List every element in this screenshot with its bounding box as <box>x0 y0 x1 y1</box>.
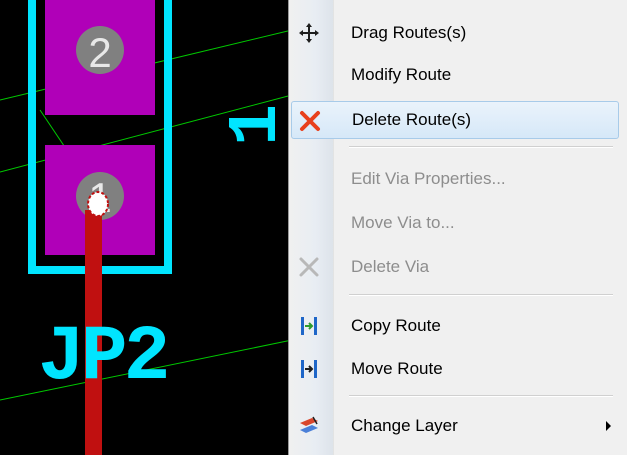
menu-item-change-layer[interactable]: Change Layer <box>291 407 619 445</box>
menu-separator <box>349 395 613 397</box>
context-menu: Drag Routes(s) Modify Route Delete Route… <box>288 0 627 455</box>
component-reference-label: JP2 <box>38 314 167 402</box>
menu-item-delete-routes[interactable]: Delete Route(s) <box>291 101 619 139</box>
menu-item-label: Delete Via <box>351 257 430 276</box>
menu-item-label: Drag Routes(s) <box>351 23 467 42</box>
move-route-icon <box>297 357 321 381</box>
menu-item-move-route[interactable]: Move Route <box>291 350 619 388</box>
pcb-drawing: 2 1 1 JP2 <box>0 0 292 455</box>
copy-route-icon <box>297 314 321 338</box>
menu-item-copy-route[interactable]: Copy Route <box>291 307 619 345</box>
change-layer-icon <box>297 414 321 438</box>
menu-separator <box>349 146 613 148</box>
menu-item-modify-route[interactable]: Modify Route <box>291 56 619 94</box>
menu-item-label: Copy Route <box>351 316 441 335</box>
side-label: 1 <box>218 104 292 146</box>
trace-endpoint[interactable] <box>87 191 109 217</box>
menu-separator <box>349 294 613 296</box>
menu-item-label: Move Via to... <box>351 213 455 232</box>
pad-number-2: 2 <box>88 29 111 76</box>
menu-item-edit-via-properties[interactable]: Edit Via Properties... <box>291 160 619 198</box>
submenu-arrow-icon <box>606 421 611 431</box>
menu-item-drag-routes[interactable]: Drag Routes(s) <box>291 14 619 52</box>
menu-item-label: Delete Route(s) <box>352 110 472 129</box>
move-arrows-icon <box>297 21 321 45</box>
menu-item-label: Modify Route <box>351 65 452 84</box>
menu-item-move-via-to[interactable]: Move Via to... <box>291 204 619 242</box>
menu-item-label: Move Route <box>351 359 443 378</box>
pcb-canvas[interactable]: 2 1 1 JP2 <box>0 0 292 455</box>
red-x-icon <box>298 109 322 133</box>
menu-item-label: Change Layer <box>351 416 458 435</box>
menu-item-label: Edit Via Properties... <box>351 169 506 188</box>
grey-x-icon <box>297 255 321 279</box>
menu-item-delete-via[interactable]: Delete Via <box>291 248 619 286</box>
